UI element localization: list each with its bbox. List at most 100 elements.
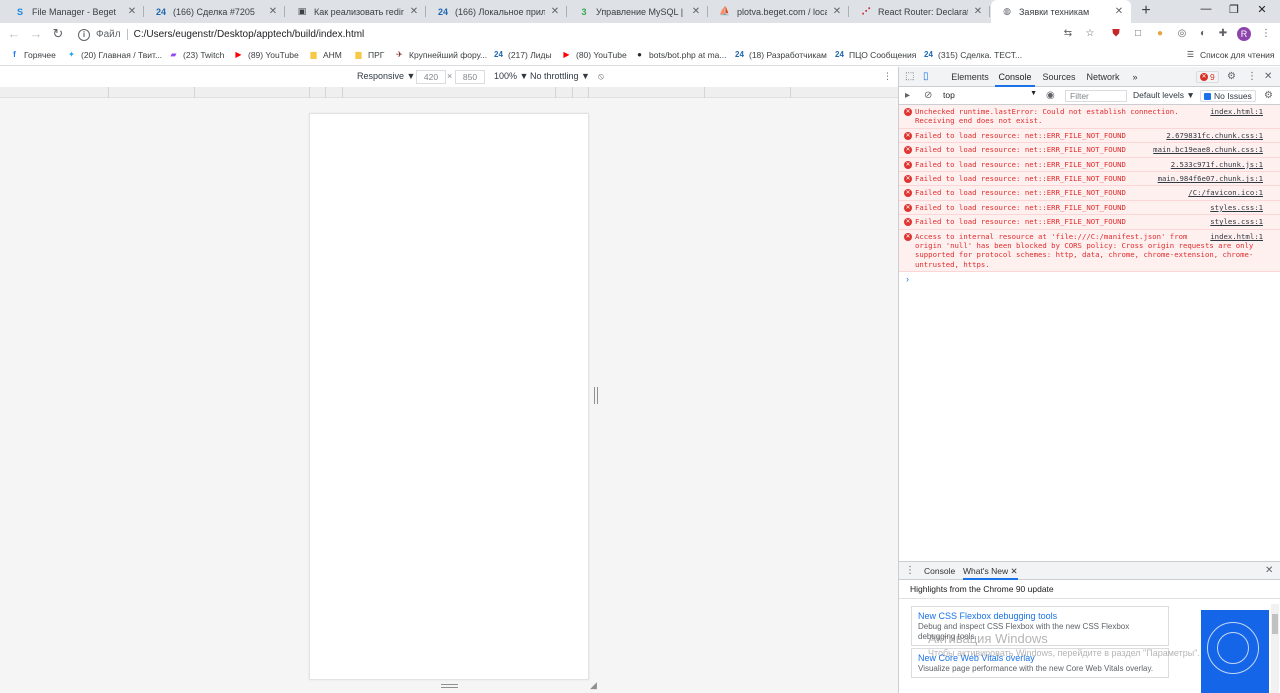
console-source-link[interactable]: index.html:1 xyxy=(1210,232,1263,241)
extension-square-icon[interactable]: □ xyxy=(1131,28,1145,42)
browser-tab[interactable]: ⛵ plotva.beget.com / localhos ✕ xyxy=(709,0,849,23)
bookmark-item[interactable]: 24 (315) Сделка. ТЕСТ... xyxy=(923,49,1022,60)
close-tab-icon[interactable]: ✕ xyxy=(831,6,843,17)
console-prompt[interactable]: › xyxy=(899,272,1280,286)
context-select[interactable]: top ▼ xyxy=(943,90,1037,102)
device-toggle-icon[interactable]: ▯ xyxy=(923,71,929,82)
drawer-tab-whats-new[interactable]: What's New ✕ xyxy=(963,562,1018,580)
url-text[interactable]: C:/Users/eugenstr/Desktop/apptech/build/… xyxy=(134,29,365,40)
tab-console[interactable]: Console xyxy=(995,67,1035,87)
new-tab-button[interactable]: + xyxy=(1137,2,1155,20)
tab-network[interactable]: Network xyxy=(1083,67,1123,87)
devtools-menu-icon[interactable]: ⋮ xyxy=(1247,71,1257,82)
browser-tab[interactable]: ▣ Как реализовать redirect с ✕ xyxy=(286,0,426,23)
resize-handle-right[interactable] xyxy=(594,387,598,404)
console-source-link[interactable]: styles.css:1 xyxy=(1210,217,1263,226)
translate-icon[interactable]: ⇆ xyxy=(1061,28,1075,42)
bookmark-item[interactable]: ▰ (23) Twitch xyxy=(168,49,224,60)
device-page-blank[interactable] xyxy=(309,113,589,680)
close-tab-icon[interactable]: ✕ xyxy=(972,6,984,17)
extension-dot-icon[interactable]: ◐ xyxy=(1196,28,1210,42)
device-width-input[interactable]: 420 xyxy=(416,70,446,84)
clear-console-icon[interactable]: ⊘ xyxy=(924,90,932,101)
console-settings-icon[interactable]: ⚙ xyxy=(1264,90,1273,101)
menu-kebab-icon[interactable]: ⋮ xyxy=(1259,28,1273,42)
drawer-scrollbar[interactable] xyxy=(1271,604,1279,693)
tab-elements[interactable]: Elements xyxy=(947,67,993,87)
console-source-link[interactable]: 2.533c971f.chunk.js:1 xyxy=(1171,160,1263,169)
close-tab-icon[interactable]: ✕ xyxy=(690,6,702,17)
browser-tab[interactable]: ⋰ React Router: Declarative R ✕ xyxy=(850,0,990,23)
browser-tab[interactable]: 24 (166) Локальное приложе ✕ xyxy=(427,0,567,23)
browser-tab[interactable]: ◍ Заявки техникам ✕ xyxy=(991,0,1131,23)
bookmark-label: (89) YouTube xyxy=(248,49,299,60)
reading-list-button[interactable]: ☰ Список для чтения xyxy=(1185,49,1275,60)
bookmark-item[interactable]: ✦ (20) Главная / Твит... xyxy=(66,49,162,60)
address-bar[interactable]: i Файл C:/Users/eugenstr/Desktop/apptech… xyxy=(74,25,1104,44)
tab-sources[interactable]: Sources xyxy=(1039,67,1079,87)
settings-gear-icon[interactable]: ⚙ xyxy=(1227,71,1236,82)
profile-avatar[interactable]: R xyxy=(1237,27,1251,41)
close-tab-icon[interactable]: ✕ xyxy=(1113,6,1125,17)
error-count-badge[interactable]: ✕ 9 xyxy=(1196,71,1219,83)
console-source-link[interactable]: /C:/favicon.ico:1 xyxy=(1188,188,1263,197)
ublock-icon[interactable]: ⛊ xyxy=(1109,28,1123,42)
bookmark-item[interactable]: f Горячее xyxy=(9,49,56,60)
whats-new-card-title[interactable]: New CSS Flexbox debugging tools xyxy=(918,610,1162,622)
reload-icon[interactable]: ↻ xyxy=(50,26,66,42)
browser-tab[interactable]: 24 (166) Сделка #7205 ✕ xyxy=(145,0,285,23)
info-icon[interactable]: i xyxy=(78,28,90,41)
log-levels-select[interactable]: Default levels ▼ xyxy=(1133,90,1195,100)
close-tab-icon[interactable]: ✕ xyxy=(549,6,561,17)
close-window-icon[interactable]: ✕ xyxy=(1252,3,1272,16)
close-devtools-icon[interactable]: ✕ xyxy=(1264,71,1272,82)
bookmark-item[interactable]: 24 ПЦО Сообщения xyxy=(834,49,916,60)
console-source-link[interactable]: main.bc19eae8.chunk.css:1 xyxy=(1153,145,1263,154)
zoom-select[interactable]: 100% ▼ xyxy=(494,71,528,81)
drawer-tab-console[interactable]: Console xyxy=(924,562,955,580)
bookmark-item[interactable]: ● bots/bot.php at ma... xyxy=(634,49,726,60)
scrollbar-thumb[interactable] xyxy=(1272,614,1278,634)
close-tab-icon[interactable]: ✕ xyxy=(1010,566,1017,576)
extensions-puzzle-icon[interactable]: ✚ xyxy=(1216,28,1230,42)
restore-icon[interactable]: ❐ xyxy=(1224,3,1244,16)
drawer-menu-icon[interactable]: ⋮ xyxy=(905,565,915,576)
throttle-select[interactable]: No throttling ▼ xyxy=(530,71,590,81)
forward-icon[interactable]: → xyxy=(28,26,44,41)
inspect-element-icon[interactable]: ⬚ xyxy=(905,71,914,82)
console-source-link[interactable]: styles.css:1 xyxy=(1210,203,1263,212)
bookmark-item[interactable]: 24 (18) Разработчикам xyxy=(734,49,827,60)
bookmark-star-icon[interactable]: ☆ xyxy=(1083,28,1097,42)
close-tab-icon[interactable]: ✕ xyxy=(126,6,138,17)
sidebar-toggle-icon[interactable]: ▸ xyxy=(905,90,910,101)
close-tab-icon[interactable]: ✕ xyxy=(267,6,279,17)
console-source-link[interactable]: index.html:1 xyxy=(1210,107,1263,116)
more-tabs-icon[interactable]: » xyxy=(1127,67,1143,87)
minimize-icon[interactable]: — xyxy=(1196,3,1216,15)
browser-tab[interactable]: 3 Управление MySQL | Пане ✕ xyxy=(568,0,708,23)
resize-handle-corner[interactable]: ◢ xyxy=(590,680,600,690)
issues-button[interactable]: No Issues xyxy=(1200,90,1256,102)
console-source-link[interactable]: main.984f6e07.chunk.js:1 xyxy=(1158,174,1263,183)
bookmark-item[interactable]: ▶ (80) YouTube xyxy=(561,49,626,60)
back-icon[interactable]: ← xyxy=(6,26,22,41)
cookie-icon[interactable]: ● xyxy=(1153,28,1167,42)
rotate-icon[interactable]: ⦸ xyxy=(598,71,604,82)
vpn-icon[interactable]: ◎ xyxy=(1175,28,1189,42)
bookmark-item[interactable]: ✈ Крупнейший фору... xyxy=(394,49,487,60)
resize-handle-bottom[interactable] xyxy=(441,684,458,688)
live-expression-eye-icon[interactable]: ◉ xyxy=(1046,90,1055,101)
browser-tab[interactable]: S File Manager - Beget ✕ xyxy=(4,0,144,23)
device-mode-select[interactable]: Responsive ▼ xyxy=(357,71,415,81)
console-source-link[interactable]: 2.679831fc.chunk.css:1 xyxy=(1166,131,1263,140)
device-menu-icon[interactable]: ⋮ xyxy=(883,71,892,82)
close-drawer-icon[interactable]: ✕ xyxy=(1265,565,1273,576)
media-query-ruler[interactable] xyxy=(0,87,898,98)
bookmark-item[interactable]: ▆ АНМ xyxy=(308,49,341,60)
device-height-input[interactable]: 850 xyxy=(455,70,485,84)
bookmark-item[interactable]: ▶ (89) YouTube xyxy=(233,49,299,60)
bookmark-item[interactable]: 24 (217) Лиды xyxy=(493,49,552,60)
close-tab-icon[interactable]: ✕ xyxy=(408,6,420,17)
console-filter-input[interactable]: Filter xyxy=(1065,90,1127,102)
bookmark-item[interactable]: ▆ ПРГ xyxy=(353,49,384,60)
